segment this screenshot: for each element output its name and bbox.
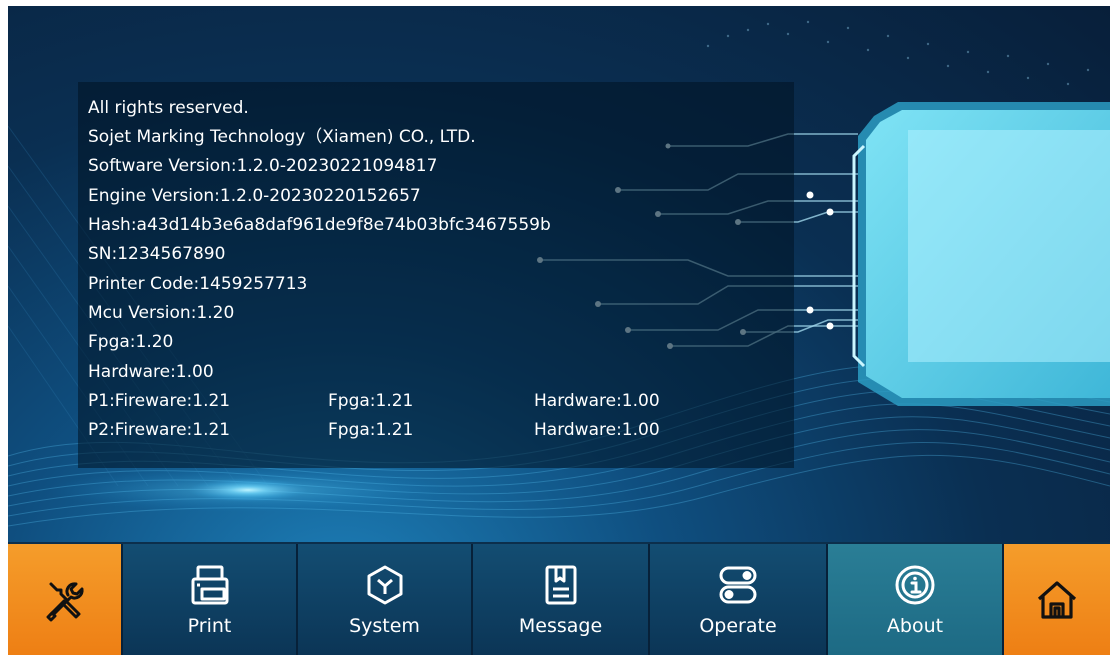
- p1-fireware-text: P1:Fireware:1.21: [88, 391, 231, 411]
- home-icon: [1037, 580, 1077, 619]
- system-button[interactable]: System: [298, 544, 471, 655]
- info-icon: [895, 565, 935, 604]
- p2-hardware-text: Hardware:1.00: [534, 420, 660, 440]
- printer-icon: [191, 565, 228, 604]
- operate-button[interactable]: Operate: [650, 544, 826, 655]
- mcu-version-text: Mcu Version:1.20: [88, 303, 235, 323]
- rights-text: All rights reserved.: [88, 98, 249, 118]
- message-label: Message: [518, 614, 603, 637]
- operate-label: Operate: [699, 614, 777, 637]
- software-version-text: Software Version:1.2.0-20230221094817: [88, 156, 438, 176]
- screen: All rights reserved. Sojet Marking Techn…: [8, 6, 1110, 655]
- hash-text: Hash:a43d14b3e6a8daf961de9f8e74b03bfc346…: [88, 215, 551, 235]
- sn-text: SN:1234567890: [88, 244, 226, 264]
- print-button[interactable]: Print: [123, 544, 296, 655]
- about-button[interactable]: About: [828, 544, 1002, 655]
- document-icon: [545, 565, 576, 604]
- p1-fpga-text: Fpga:1.21: [328, 391, 414, 411]
- tools-button[interactable]: [8, 544, 121, 655]
- print-label: Print: [187, 614, 232, 637]
- home-button[interactable]: [1004, 544, 1110, 655]
- p2-fpga-text: Fpga:1.21: [328, 420, 414, 440]
- p1-hardware-text: Hardware:1.00: [534, 391, 660, 411]
- printer-code-text: Printer Code:1459257713: [88, 274, 308, 294]
- system-label: System: [349, 614, 420, 637]
- about-label: About: [886, 614, 944, 637]
- fpga-text: Fpga:1.20: [88, 332, 174, 352]
- p2-fireware-text: P2:Fireware:1.21: [88, 420, 231, 440]
- engine-version-text: Engine Version:1.2.0-20230220152657: [88, 186, 421, 206]
- cube-icon: [367, 565, 402, 604]
- about-info-panel: All rights reserved. Sojet Marking Techn…: [78, 82, 794, 468]
- company-text: Sojet Marking Technology（Xiamen) CO., LT…: [88, 127, 476, 147]
- hardware-text: Hardware:1.00: [88, 362, 214, 382]
- toggle-icon: [719, 566, 757, 603]
- message-button[interactable]: Message: [473, 544, 648, 655]
- tools-icon: [46, 581, 84, 621]
- bottom-navigation-bar: Print System Message Operate About: [8, 542, 1110, 655]
